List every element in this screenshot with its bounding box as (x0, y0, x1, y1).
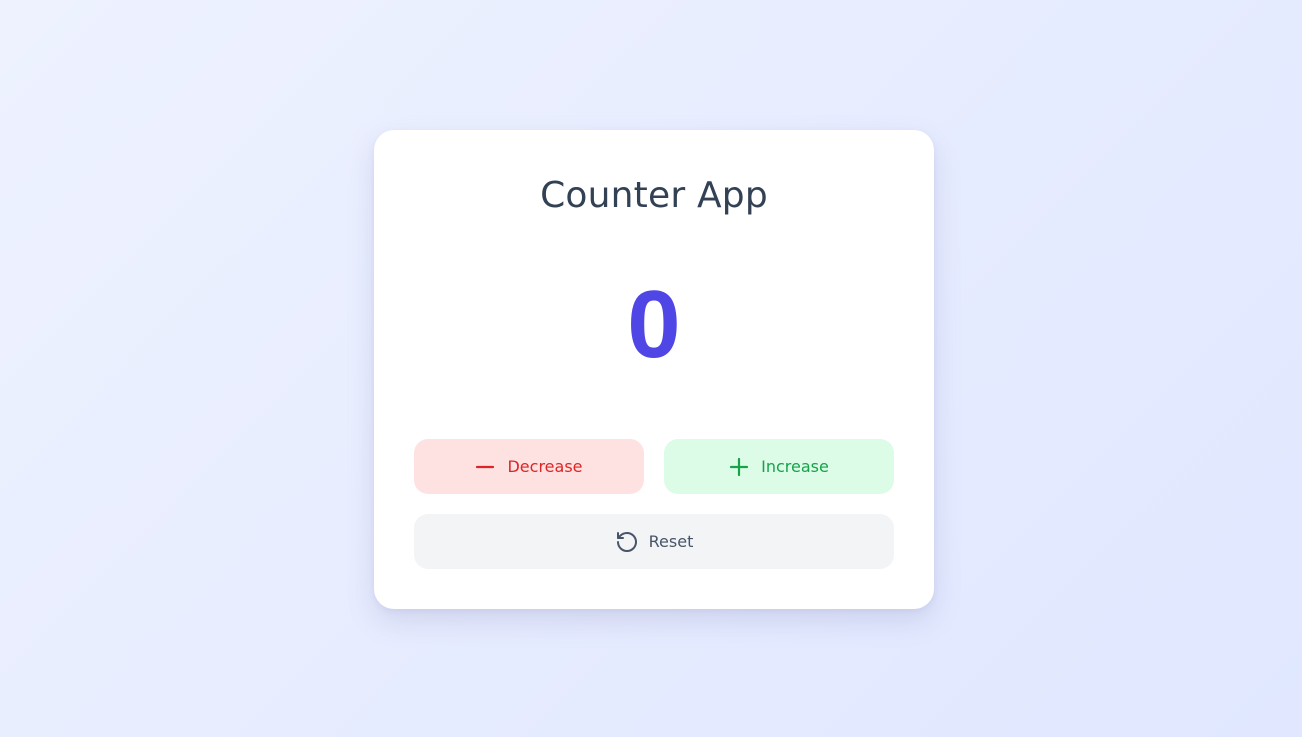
reset-icon (615, 530, 639, 554)
increase-button[interactable]: Increase (664, 439, 894, 494)
counter-value: 0 (627, 271, 681, 378)
page-title: Counter App (540, 175, 768, 216)
increase-label: Increase (761, 457, 829, 476)
counter-card: Counter App 0 Decrease Increase Reset (374, 130, 934, 609)
decrease-label: Decrease (507, 457, 583, 476)
minus-icon (475, 457, 495, 477)
reset-label: Reset (648, 532, 694, 551)
decrease-button[interactable]: Decrease (414, 439, 644, 494)
reset-button[interactable]: Reset (414, 514, 894, 569)
plus-icon (729, 457, 749, 477)
